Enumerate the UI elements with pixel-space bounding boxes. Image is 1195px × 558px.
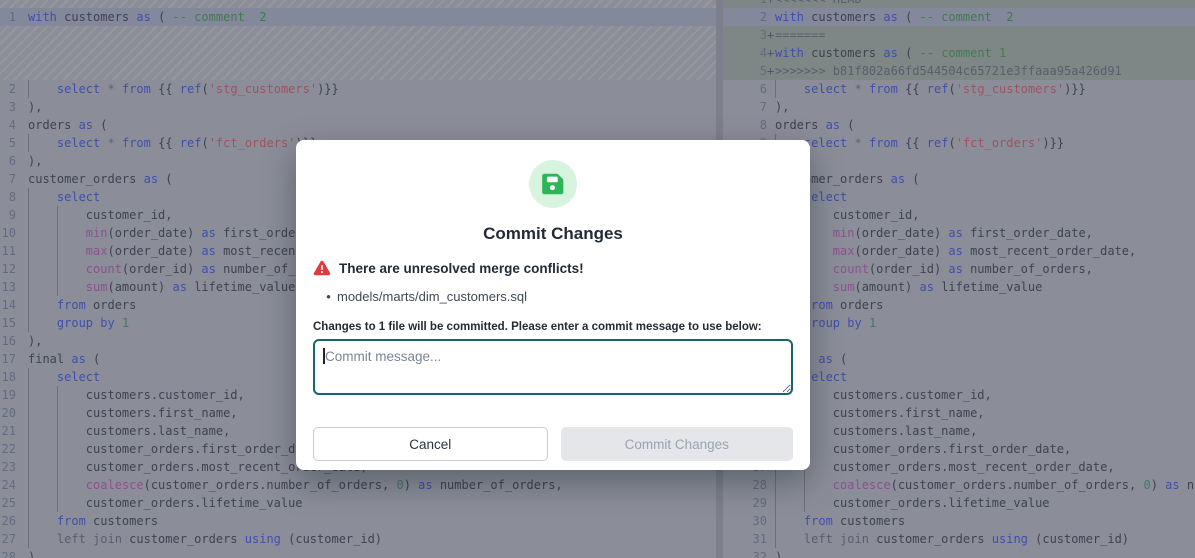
warning-triangle-icon [313, 259, 331, 277]
cancel-button[interactable]: Cancel [313, 427, 548, 461]
text-caret [323, 348, 325, 364]
commit-message-input[interactable] [313, 339, 793, 395]
commit-instruction: Changes to 1 file will be committed. Ple… [313, 321, 793, 333]
save-icon [529, 160, 577, 208]
conflict-file-item: • models/marts/dim_customers.sql [313, 289, 793, 304]
commit-modal: Commit Changes There are unresolved merg… [296, 140, 810, 470]
bullet-icon: • [320, 289, 337, 304]
modal-title: Commit Changes [313, 224, 793, 244]
commit-changes-button[interactable]: Commit Changes [561, 427, 794, 461]
conflict-file-name: models/marts/dim_customers.sql [337, 289, 527, 304]
warning-text: There are unresolved merge conflicts! [339, 261, 584, 276]
